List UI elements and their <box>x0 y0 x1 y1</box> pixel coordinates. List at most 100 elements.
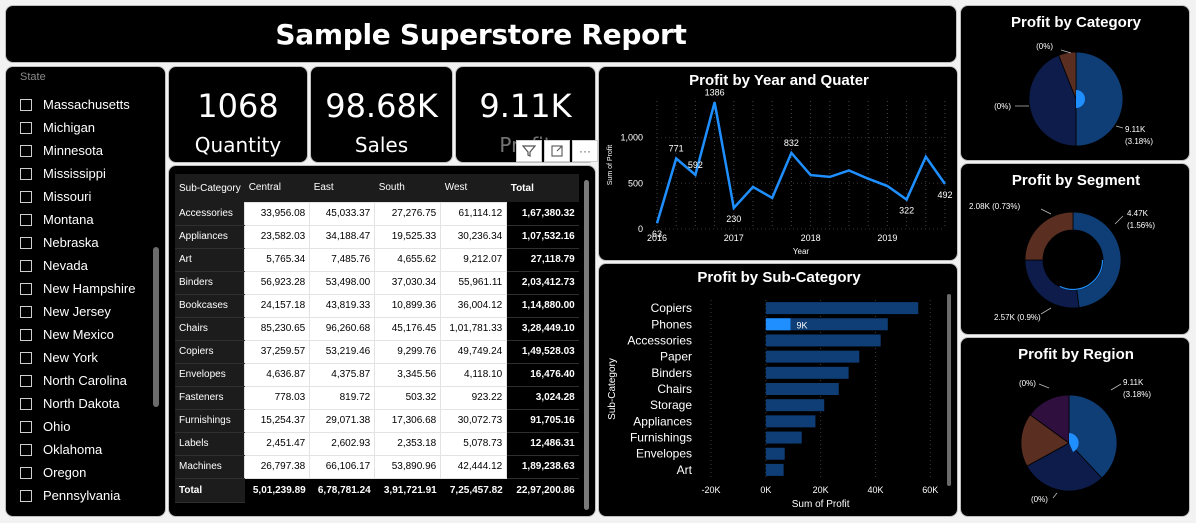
donut-highlight <box>1042 229 1104 291</box>
slicer-item[interactable]: New Mexico <box>20 323 151 346</box>
slicer-checkbox[interactable] <box>20 466 32 479</box>
slicer-item[interactable]: New Hampshire <box>20 277 151 300</box>
slicer-checkbox[interactable] <box>20 443 32 456</box>
data-label: (0%) <box>994 102 1011 111</box>
profit-by-segment-panel: Profit by Segment 2.08K (0.73%) 4.47K (1.56… <box>960 163 1190 335</box>
slicer-item[interactable]: Oklahoma <box>20 438 151 461</box>
profit-by-region-chart: Profit by Region (0%) 9.11K (3.18%) (0%) <box>1018 346 1151 504</box>
column-header[interactable]: Central <box>244 174 310 202</box>
slicer-checkbox[interactable] <box>20 397 32 410</box>
table-row: Accessories 33,956.08 45,033.37 27,276.75 61… <box>175 201 579 226</box>
slicer-checkbox[interactable] <box>20 121 32 134</box>
profit-by-year-quarter-chart: Profit by Year and Quater05001,0002016 20… <box>607 72 953 256</box>
slicer-item[interactable]: Ohio <box>20 415 151 438</box>
slicer-scrollbar[interactable] <box>153 247 159 407</box>
table-cell: 923.22 <box>440 385 508 410</box>
row-header: Appliances <box>175 225 245 249</box>
row-header: Envelopes <box>175 363 245 387</box>
table-cell: 37,030.34 <box>374 270 442 295</box>
data-label: (0%) <box>1019 379 1036 388</box>
total-cell: 5,01,239.89 <box>244 477 310 502</box>
total-cell: 22,97,200.86 <box>506 477 579 502</box>
subcategory-region-matrix: Sub-Category Central East South West Total Ac… <box>175 174 579 503</box>
table-row: Furnishings 15,254.37 29,071.38 17,306.68 30… <box>175 408 579 433</box>
slicer-item[interactable]: New Jersey <box>20 300 151 323</box>
column-header[interactable]: West <box>440 174 507 202</box>
table-cell: 33,956.08 <box>244 201 311 226</box>
leader-line <box>1040 307 1052 315</box>
slicer-item-label: Oklahoma <box>43 442 103 457</box>
matrix-scrollbar[interactable] <box>584 180 589 510</box>
slicer-item[interactable]: Montana <box>20 208 151 231</box>
table-cell: 27,118.79 <box>506 248 579 272</box>
focus-mode-icon[interactable] <box>544 140 570 162</box>
slicer-checkbox[interactable] <box>20 213 32 226</box>
column-header[interactable]: Total <box>506 174 579 202</box>
category-label: Copiers <box>651 301 692 315</box>
slicer-checkbox[interactable] <box>20 190 32 203</box>
slicer-item[interactable]: North Dakota <box>20 392 151 415</box>
category-label: Storage <box>650 398 692 412</box>
table-row: Chairs 85,230.65 96,260.68 45,176.45 1,01,78… <box>175 316 579 341</box>
slicer-checkbox[interactable] <box>20 305 32 318</box>
slicer-item[interactable]: Nevada <box>20 254 151 277</box>
data-label: 832 <box>784 138 799 148</box>
row-header: Fasteners <box>175 386 245 410</box>
slicer-item[interactable]: New York <box>20 346 151 369</box>
kpi-quantity-card: 1068 Quantity <box>168 66 308 163</box>
slicer-checkbox[interactable] <box>20 259 32 272</box>
slicer-checkbox[interactable] <box>20 328 32 341</box>
table-cell: 19,525.33 <box>374 224 442 249</box>
slicer-checkbox[interactable] <box>20 420 32 433</box>
table-cell: 26,797.38 <box>244 454 311 479</box>
column-header[interactable]: South <box>374 174 441 202</box>
total-cell: 7,25,457.82 <box>440 477 507 502</box>
slicer-checkbox[interactable] <box>20 167 32 180</box>
filter-icon[interactable] <box>516 140 542 162</box>
slicer-checkbox[interactable] <box>20 98 32 111</box>
more-options-icon[interactable]: ··· <box>572 140 598 162</box>
slicer-checkbox[interactable] <box>20 144 32 157</box>
slicer-checkbox[interactable] <box>20 236 32 249</box>
total-cell: 3,91,721.91 <box>374 477 441 502</box>
slicer-item[interactable]: Oregon <box>20 461 151 484</box>
data-label: 2.57K (0.9%) <box>994 313 1041 322</box>
column-header[interactable]: East <box>309 174 375 202</box>
table-cell: 5,765.34 <box>244 247 311 272</box>
table-cell: 15,254.37 <box>244 408 311 433</box>
kpi-quantity-value: 1068 <box>197 87 279 125</box>
slicer-checkbox[interactable] <box>20 489 32 502</box>
x-axis-label: Sum of Profit <box>792 499 850 510</box>
slicer-item-label: New York <box>43 350 98 365</box>
slicer-item[interactable]: Nebraska <box>20 231 151 254</box>
slicer-item[interactable]: North Carolina <box>20 369 151 392</box>
data-label: 230 <box>726 214 741 224</box>
slicer-checkbox[interactable] <box>20 282 32 295</box>
table-cell: 3,345.56 <box>374 362 442 387</box>
matrix-total-row: Total 5,01,239.89 6,78,781.24 3,91,721.91 7,… <box>175 477 579 503</box>
data-label: 322 <box>899 206 914 216</box>
table-cell: 91,705.16 <box>506 409 579 433</box>
data-label: 592 <box>688 160 703 170</box>
table-cell: 9,212.07 <box>440 247 508 272</box>
slicer-item-label: Massachusetts <box>43 97 130 112</box>
table-cell: 2,353.18 <box>374 431 442 456</box>
slicer-item[interactable]: Minnesota <box>20 139 151 162</box>
slicer-item[interactable]: Missouri <box>20 185 151 208</box>
slicer-checkbox[interactable] <box>20 374 32 387</box>
data-label: 1386 <box>705 87 725 97</box>
slicer-item[interactable]: Mississippi <box>20 162 151 185</box>
chart-title: Profit by Sub-Category <box>697 269 861 286</box>
slicer-item[interactable]: Pennsylvania <box>20 484 151 507</box>
table-cell: 43,819.33 <box>309 293 376 318</box>
slicer-item-label: New Mexico <box>43 327 114 342</box>
category-label: Chairs <box>657 382 692 396</box>
slicer-item[interactable]: Michigan <box>20 116 151 139</box>
slicer-checkbox[interactable] <box>20 351 32 364</box>
profit-by-year-quarter-panel: Profit by Year and Quater 0 500 1,000 2016 20… <box>598 66 958 261</box>
category-label: Appliances <box>633 414 692 428</box>
slicer-item[interactable]: Massachusetts <box>20 93 151 116</box>
table-cell: 503.32 <box>374 385 442 410</box>
bar-highlight <box>765 318 791 331</box>
column-header-subcategory[interactable]: Sub-Category <box>175 174 245 202</box>
